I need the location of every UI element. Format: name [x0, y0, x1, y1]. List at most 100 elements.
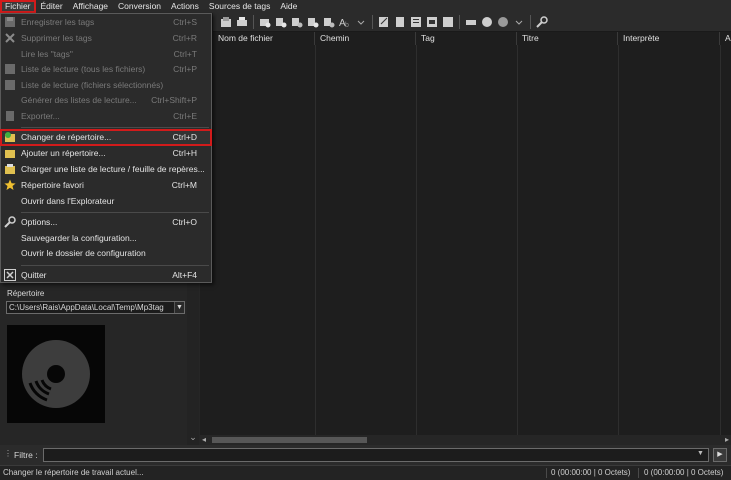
menu-actions[interactable]: Actions: [166, 0, 204, 13]
cover-art-placeholder: [7, 325, 105, 423]
menu-item-options[interactable]: Options... Ctrl+O: [1, 215, 211, 230]
toolbar-separator: [459, 15, 460, 29]
grip-icon: ⋮: [4, 449, 12, 458]
menu-item-quit[interactable]: Quitter Alt+F4: [1, 268, 211, 283]
toolbar-separator: [372, 15, 373, 29]
menu-affichage[interactable]: Affichage: [68, 0, 113, 13]
file-menu: Enregistrer les tags Ctrl+S Supprimer le…: [0, 13, 212, 283]
menu-item-shortcut: Ctrl+Shift+P: [151, 95, 197, 105]
menu-item-label: Ouvrir dans l'Explorateur: [21, 196, 115, 206]
playlist-icon: [5, 80, 15, 90]
chevron-down-icon[interactable]: ⌄: [187, 432, 199, 443]
text-to-tag-icon[interactable]: [306, 15, 320, 29]
menu-item-playlist-all[interactable]: Liste de lecture (tous les fichiers) Ctr…: [1, 62, 211, 77]
directory-label: Répertoire: [7, 289, 45, 298]
menu-item-remove-tags[interactable]: Supprimer les tags Ctrl+R: [1, 31, 211, 46]
menu-item-shortcut: Ctrl+R: [172, 33, 197, 43]
menu-item-label: Liste de lecture (fichiers sélectionnés): [21, 80, 164, 90]
menu-item-open-in-explorer[interactable]: Ouvrir dans l'Explorateur: [1, 194, 211, 209]
status-separator: [546, 468, 547, 478]
export-icon[interactable]: [441, 15, 455, 29]
status-selected: 0 (00:00:00 | 0 Octets): [551, 468, 631, 477]
filter-input[interactable]: [43, 448, 709, 462]
remove-tags-icon: [5, 33, 15, 43]
horizontal-scrollbar[interactable]: ◂ ▸: [200, 435, 731, 445]
menu-item-save-tags[interactable]: Enregistrer les tags Ctrl+S: [1, 15, 211, 30]
document-icon[interactable]: [393, 15, 407, 29]
menu-editer[interactable]: Éditer: [36, 0, 68, 13]
menu-item-add-directory[interactable]: Ajouter un répertoire... Ctrl+H: [1, 146, 211, 161]
print-icon[interactable]: [235, 15, 249, 29]
menu-item-label: Liste de lecture (tous les fichiers): [21, 64, 146, 74]
menu-bar: Fichier Éditer Affichage Conversion Acti…: [0, 0, 731, 13]
playlist-icon: [5, 64, 15, 74]
menu-item-shortcut: Ctrl+O: [172, 217, 197, 227]
wrench-icon[interactable]: [535, 15, 549, 29]
menu-item-save-config[interactable]: Sauvegarder la configuration...: [1, 231, 211, 246]
folder-tag-icon[interactable]: [258, 15, 272, 29]
tag-to-tag-icon[interactable]: [322, 15, 336, 29]
scrollbar-thumb[interactable]: [212, 437, 367, 443]
filter-apply-button[interactable]: ▶: [713, 448, 727, 462]
menu-conversion[interactable]: Conversion: [113, 0, 166, 13]
edit-icon[interactable]: [377, 15, 391, 29]
save-icon: [5, 17, 15, 27]
menu-item-playlist-selected[interactable]: Liste de lecture (fichiers sélectionnés): [1, 78, 211, 93]
column-header-album[interactable]: A: [720, 32, 731, 45]
menu-item-export[interactable]: Exporter... Ctrl+E: [1, 109, 211, 124]
column-header-artist[interactable]: Interprète: [618, 32, 720, 45]
chevron-down-icon[interactable]: ▼: [697, 450, 704, 457]
menu-sources-de-tags[interactable]: Sources de tags: [204, 0, 275, 13]
menu-aide[interactable]: Aide: [275, 0, 302, 13]
filter-bar: ⋮ Filtre : ▼ ▶: [0, 445, 731, 465]
menu-item-load-playlist[interactable]: Charger une liste de lecture / feuille d…: [1, 162, 211, 177]
menu-item-shortcut: Alt+F4: [172, 270, 197, 280]
menu-item-label: Quitter: [21, 270, 47, 280]
chevron-down-icon[interactable]: [354, 15, 368, 29]
filter-label: Filtre :: [14, 450, 38, 460]
wrench-icon: [4, 216, 16, 228]
menu-item-shortcut: Ctrl+S: [173, 17, 197, 27]
directory-combo[interactable]: C:\Users\Rais\AppData\Local\Temp\Mp3tag …: [6, 301, 185, 314]
add-folder-icon: [5, 150, 15, 158]
menu-item-label: Ajouter un répertoire...: [21, 148, 106, 158]
column-header-title[interactable]: Titre: [517, 32, 618, 45]
column-header-path[interactable]: Chemin: [315, 32, 416, 45]
star-icon: [4, 179, 16, 190]
status-bar: Changer le répertoire de travail actuel.…: [0, 465, 731, 480]
menu-item-label: Sauvegarder la configuration...: [21, 233, 137, 243]
list-icon[interactable]: [409, 15, 423, 29]
web-source-icon[interactable]: [480, 15, 494, 29]
globe-icon[interactable]: [496, 15, 510, 29]
menu-item-shortcut: Ctrl+H: [172, 148, 197, 158]
toolbar-separator: [253, 15, 254, 29]
column-header-filename[interactable]: Nom de fichier: [213, 32, 315, 45]
chevron-left-icon[interactable]: ◂: [202, 435, 206, 445]
chevron-down-icon[interactable]: ▼: [174, 302, 184, 313]
file-grid[interactable]: Nom de fichier Chemin Tag Titre Interprè…: [213, 32, 731, 435]
menu-item-shortcut: Ctrl+D: [172, 132, 197, 142]
menu-separator: [21, 265, 209, 266]
menu-item-favorite-directory[interactable]: Répertoire favori Ctrl+M: [1, 178, 211, 193]
filename-to-tag-icon[interactable]: [290, 15, 304, 29]
tag-to-filename-icon[interactable]: [274, 15, 288, 29]
save-tags-icon[interactable]: [219, 15, 233, 29]
status-text: Changer le répertoire de travail actuel.…: [3, 468, 144, 477]
column-header-tag[interactable]: Tag: [416, 32, 517, 45]
menu-separator: [21, 127, 209, 128]
table-icon[interactable]: [425, 15, 439, 29]
menu-item-generate-playlists[interactable]: Générer des listes de lecture... Ctrl+Sh…: [1, 93, 211, 108]
menu-item-label: Exporter...: [21, 111, 60, 121]
grid-header: Nom de fichier Chemin Tag Titre Interprè…: [213, 32, 731, 45]
menu-item-read-tags[interactable]: Lire les "tags" Ctrl+T: [1, 47, 211, 62]
menu-item-shortcut: Ctrl+P: [173, 64, 197, 74]
discogs-icon[interactable]: [464, 15, 478, 29]
menu-item-open-config-folder[interactable]: Ouvrir le dossier de configuration: [1, 246, 211, 261]
case-conversion-icon[interactable]: Ab: [338, 15, 352, 29]
menu-item-label: Ouvrir le dossier de configuration: [21, 248, 146, 258]
menu-fichier[interactable]: Fichier: [0, 0, 36, 13]
chevron-right-icon[interactable]: ▸: [725, 435, 729, 445]
menu-item-change-directory[interactable]: Changer de répertoire... Ctrl+D: [0, 129, 212, 146]
menu-item-label: Générer des listes de lecture...: [21, 95, 137, 105]
chevron-down-icon[interactable]: [512, 15, 526, 29]
